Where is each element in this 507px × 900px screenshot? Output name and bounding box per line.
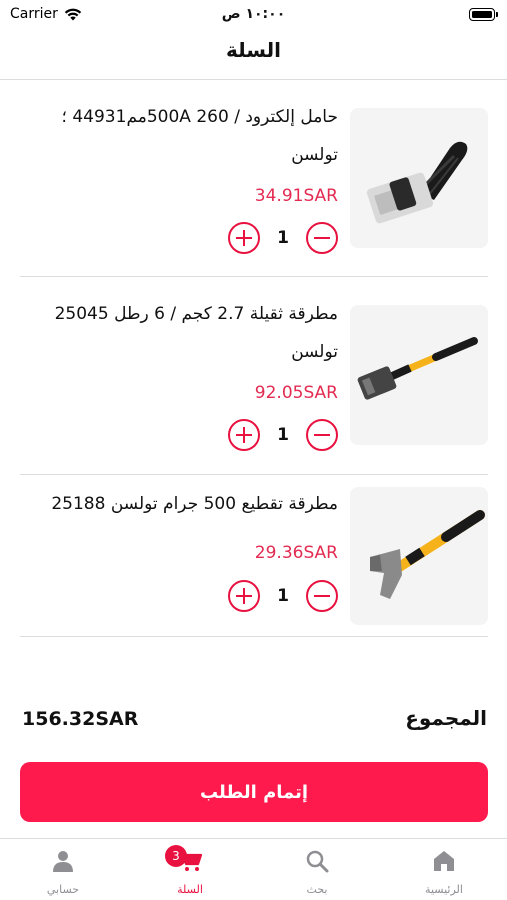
cart-item: مطرقة ثقيلة 2.7 كجم / 6 رطل 25045 تولسن … [20, 277, 488, 475]
tab-home-label: الرئيسية [425, 883, 463, 896]
tab-bar: الرئيسية بحث 3 السلة حسابي [0, 838, 507, 900]
increase-quantity-button[interactable] [228, 419, 260, 451]
product-name: مطرقة ثقيلة 2.7 كجم / 6 رطل 25045 تولسن [54, 304, 338, 362]
home-icon [434, 851, 454, 871]
increase-quantity-button[interactable] [228, 222, 260, 254]
sledgehammer-icon [350, 305, 488, 445]
quantity-stepper: 1 [228, 222, 338, 254]
tab-account-label: حسابي [46, 883, 80, 896]
battery-icon [469, 8, 498, 21]
tab-home[interactable]: الرئيسية [381, 839, 507, 900]
decrease-quantity-button[interactable] [306, 419, 338, 451]
product-image[interactable] [350, 108, 488, 248]
person-icon [53, 851, 73, 872]
product-image[interactable] [350, 305, 488, 445]
tab-account[interactable]: حسابي [0, 839, 126, 900]
product-name: حامل إلكترود / 500A 260مم44931 ؛ تولسن [61, 107, 338, 165]
product-image[interactable] [350, 487, 488, 625]
cart-item: مطرقة تقطيع 500 جرام تولسن 25188 29.36SA… [20, 475, 488, 637]
tab-search[interactable]: بحث [254, 839, 380, 900]
total-value: 156.32SAR [22, 708, 139, 730]
product-price: 29.36SAR [254, 543, 338, 563]
status-bar: Carrier ١٠:٠٠ ص [0, 0, 507, 30]
quantity-stepper: 1 [228, 580, 338, 612]
quantity-value: 1 [277, 425, 289, 445]
search-icon [306, 850, 329, 873]
page-title: السلة [225, 38, 281, 62]
electrode-holder-icon [350, 108, 488, 248]
cutting-hammer-icon [350, 487, 488, 625]
quantity-stepper: 1 [228, 419, 338, 451]
cart-count-badge: 3 [165, 845, 187, 867]
cart-item: حامل إلكترود / 500A 260مم44931 ؛ تولسن 3… [20, 80, 488, 277]
tab-cart[interactable]: 3 السلة [127, 839, 253, 900]
quantity-value: 1 [277, 228, 289, 248]
product-price: 92.05SAR [254, 383, 338, 403]
increase-quantity-button[interactable] [228, 580, 260, 612]
checkout-button[interactable]: إتمام الطلب [20, 762, 488, 822]
tab-cart-label: السلة [177, 883, 203, 896]
decrease-quantity-button[interactable] [306, 222, 338, 254]
quantity-value: 1 [277, 586, 289, 606]
product-name: مطرقة تقطيع 500 جرام تولسن 25188 [51, 494, 338, 514]
decrease-quantity-button[interactable] [306, 580, 338, 612]
total-label: المجموع [405, 706, 487, 730]
tab-search-label: بحث [306, 883, 328, 896]
product-price: 34.91SAR [254, 186, 338, 206]
status-time: ١٠:٠٠ ص [221, 6, 286, 22]
